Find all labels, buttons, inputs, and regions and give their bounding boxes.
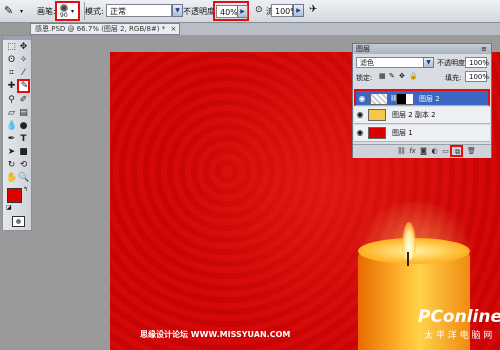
3d-rotate-tool-icon[interactable]: ↻ bbox=[6, 160, 17, 171]
type-tool-icon[interactable]: T bbox=[18, 134, 29, 145]
candle-wick bbox=[407, 252, 409, 266]
3d-orbit-tool-icon[interactable]: ⟲ bbox=[18, 160, 29, 171]
document-tab[interactable]: 感恩.PSD @ 66.7% (图层 2, RGB/8#) * × bbox=[30, 23, 180, 35]
layer-name[interactable]: 图层 1 bbox=[392, 128, 413, 138]
layer-row[interactable]: ◉ 图层 2 副本 2 bbox=[354, 107, 490, 124]
tools-panel: ⬚ ✥ ʘ ✧ ⌗ ⁄ ✚ ✎ ⚲ ✐ ▱ ▤ 💧 ● ✒ T ➤ ■ ↻ ⟲ … bbox=[2, 35, 32, 231]
layer-row-selected[interactable]: ◉ ⛓ 图层 2 bbox=[354, 89, 490, 106]
layers-panel-header: 图层 bbox=[353, 44, 491, 54]
opacity-control: 40% ▶ bbox=[213, 1, 249, 21]
document-title: 感恩.PSD @ 66.7% (图层 2, RGB/8#) * bbox=[35, 25, 166, 33]
layer-opacity-label: 不透明度: bbox=[437, 59, 468, 67]
dodge-tool-icon[interactable]: ● bbox=[18, 121, 29, 132]
adjustment-layer-icon[interactable]: ◐ bbox=[430, 147, 439, 156]
panel-menu-icon[interactable]: ≡ bbox=[481, 44, 487, 54]
layer-thumbnail bbox=[368, 109, 386, 121]
blend-mode-select[interactable]: 滤色 bbox=[356, 57, 424, 68]
foreground-color-swatch[interactable] bbox=[7, 188, 22, 203]
visibility-eye-icon[interactable]: ◉ bbox=[358, 95, 366, 103]
new-layer-icon: ⧉ bbox=[455, 148, 460, 156]
brush-tool-button[interactable]: ✎ bbox=[17, 79, 30, 93]
quick-mask-circle bbox=[16, 219, 21, 224]
eyedropper-tool-icon[interactable]: ⁄ bbox=[18, 68, 29, 79]
visibility-eye-icon[interactable]: ◉ bbox=[356, 129, 364, 137]
close-tab-icon[interactable]: × bbox=[171, 25, 177, 33]
zoom-tool-icon[interactable]: 🔍 bbox=[18, 173, 29, 184]
crop-tool-icon[interactable]: ⌗ bbox=[6, 68, 17, 79]
airbrush-icon[interactable]: ✈ bbox=[309, 3, 323, 17]
lasso-tool-icon[interactable]: ʘ bbox=[6, 55, 17, 66]
brush-tool-icon[interactable]: ✎ bbox=[4, 4, 18, 18]
new-layer-button[interactable]: ⧉ bbox=[450, 145, 463, 157]
layer-opacity-input[interactable]: 100% bbox=[465, 57, 489, 68]
layer-thumbnail bbox=[368, 127, 386, 139]
brush-dropdown-icon: ▾ bbox=[71, 8, 75, 15]
tool-preset-arrow-icon[interactable]: ▾ bbox=[20, 8, 23, 15]
magic-wand-tool-icon[interactable]: ✧ bbox=[18, 55, 29, 66]
path-selection-tool-icon[interactable]: ➤ bbox=[6, 147, 17, 158]
layer-name[interactable]: 图层 2 副本 2 bbox=[392, 110, 436, 120]
mode-select[interactable]: 正常 bbox=[106, 4, 172, 17]
brush-tip-icon bbox=[60, 4, 68, 12]
lock-label: 锁定: bbox=[356, 74, 373, 82]
layers-panel: 图层 ≡ 滤色 ▼ 不透明度: 100% 锁定: ▦ ✎ ✥ 🔒 填充: 100… bbox=[352, 43, 492, 158]
brush-size-text: 90 bbox=[60, 12, 68, 19]
new-group-icon[interactable]: ▭ bbox=[441, 147, 450, 156]
healing-brush-tool-icon[interactable]: ✚ bbox=[6, 81, 17, 92]
brush-picker[interactable]: 90 ▾ bbox=[55, 1, 80, 21]
fill-input[interactable]: 100% bbox=[465, 71, 489, 82]
layers-panel-footer: ⛓ fx ◙ ◐ ▭ ⧉ 🗑 bbox=[353, 144, 491, 158]
lock-position-icon[interactable]: ✥ bbox=[399, 72, 405, 80]
brush-label: 画笔: bbox=[37, 7, 56, 16]
layer-style-icon[interactable]: fx bbox=[408, 147, 417, 156]
layer-thumbnail bbox=[370, 93, 388, 105]
layers-panel-title: 图层 bbox=[356, 45, 370, 53]
link-layers-icon[interactable]: ⛓ bbox=[397, 147, 406, 156]
history-brush-tool-icon[interactable]: ✐ bbox=[18, 95, 29, 106]
watermark-forum-text: 思缘设计论坛 WWW.MISSYUAN.COM bbox=[140, 330, 291, 339]
layer-name[interactable]: 图层 2 bbox=[419, 94, 440, 104]
options-bar: ✎ ▾ 画笔: 90 ▾ 模式: 正常 ▼ 不透明度: 40% ▶ ⊙ 流量: … bbox=[0, 0, 500, 23]
flow-slider-arrow-icon[interactable]: ▶ bbox=[293, 4, 304, 17]
lock-all-icon[interactable]: 🔒 bbox=[409, 72, 418, 80]
swap-colors-icon[interactable]: ↰ bbox=[23, 186, 28, 193]
blur-tool-icon[interactable]: 💧 bbox=[6, 121, 17, 132]
move-tool-icon[interactable]: ✥ bbox=[18, 42, 29, 53]
visibility-eye-icon[interactable]: ◉ bbox=[356, 111, 364, 119]
clone-stamp-tool-icon[interactable]: ⚲ bbox=[6, 95, 17, 106]
layer-mask-thumbnail[interactable] bbox=[396, 93, 414, 105]
gradient-tool-icon[interactable]: ▤ bbox=[18, 108, 29, 119]
marquee-tool-icon[interactable]: ⬚ bbox=[6, 42, 17, 53]
layer-row[interactable]: ◉ 图层 1 bbox=[354, 125, 490, 142]
default-colors-icon[interactable]: ◪ bbox=[6, 204, 12, 211]
watermark-logo-text: PConline bbox=[418, 307, 500, 327]
lock-transparency-icon[interactable]: ▦ bbox=[379, 72, 386, 80]
lock-image-icon[interactable]: ✎ bbox=[389, 72, 395, 80]
mode-dropdown-icon[interactable]: ▼ bbox=[172, 4, 183, 17]
pen-tool-icon[interactable]: ✒ bbox=[6, 134, 17, 145]
tools-panel-grip[interactable] bbox=[3, 36, 31, 40]
eraser-tool-icon[interactable]: ▱ bbox=[6, 108, 17, 119]
opacity-slider-arrow-icon[interactable]: ▶ bbox=[237, 5, 248, 18]
blend-mode-dropdown-icon[interactable]: ▼ bbox=[423, 57, 434, 68]
watermark-logo-subtitle: 太 平 洋 电 脑 网 bbox=[424, 331, 493, 341]
flow-input[interactable]: 100% bbox=[271, 4, 298, 17]
fill-label: 填充: bbox=[445, 74, 462, 82]
quick-mask-icon[interactable] bbox=[12, 216, 25, 227]
hand-tool-icon[interactable]: ✋ bbox=[6, 173, 17, 184]
mode-label: 模式: bbox=[85, 7, 104, 16]
brush-tool-icon: ✎ bbox=[20, 81, 29, 91]
opacity-input[interactable]: 40% bbox=[216, 5, 238, 18]
add-mask-icon[interactable]: ◙ bbox=[419, 147, 428, 156]
shape-tool-icon[interactable]: ■ bbox=[18, 147, 29, 158]
delete-layer-icon[interactable]: 🗑 bbox=[467, 147, 476, 156]
